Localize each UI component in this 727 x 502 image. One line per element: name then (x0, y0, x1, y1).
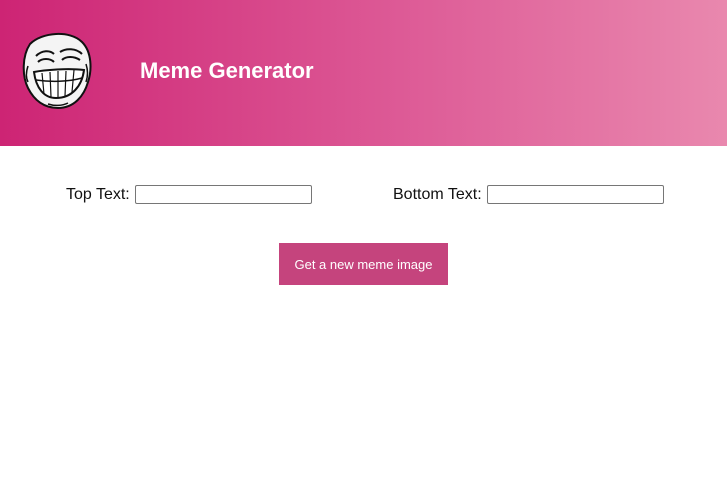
top-text-label: Top Text: (66, 185, 130, 203)
bottom-text-input[interactable] (486, 185, 664, 204)
bottom-text-label: Bottom Text: (393, 185, 482, 203)
get-new-meme-button[interactable]: Get a new meme image (279, 243, 448, 285)
bottom-text-field: Bottom Text: (393, 185, 664, 204)
app-header: Meme Generator (0, 0, 727, 146)
top-text-field: Top Text: (66, 185, 312, 204)
page-title: Meme Generator (140, 58, 314, 83)
top-text-input[interactable] (134, 185, 312, 204)
troll-face-icon (22, 33, 92, 110)
